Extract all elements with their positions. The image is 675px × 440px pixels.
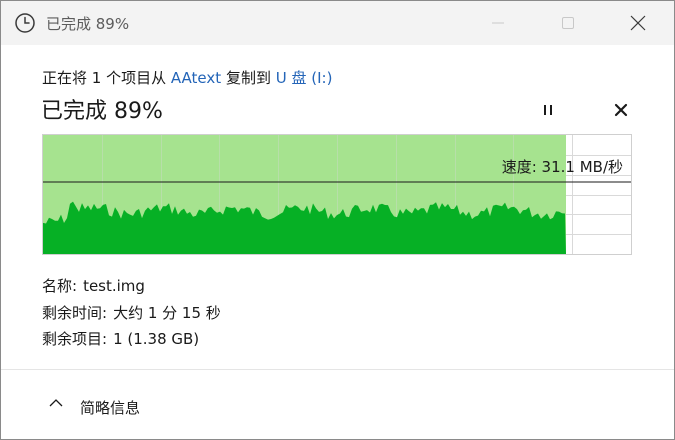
copy-prefix: 正在将 1 个项目从 xyxy=(42,69,167,87)
cancel-x-icon xyxy=(614,103,628,117)
close-button[interactable] xyxy=(615,1,661,45)
destination-drive-link[interactable]: U 盘 (I:) xyxy=(276,69,333,87)
graph-canvas xyxy=(43,135,631,254)
cancel-button[interactable] xyxy=(607,97,635,123)
pause-icon xyxy=(544,105,552,115)
fewer-details-toggle[interactable]: 简略信息 xyxy=(1,370,674,439)
clock-icon xyxy=(15,13,35,33)
file-name-row: 名称: test.img xyxy=(42,275,145,296)
chevron-up-icon xyxy=(49,399,63,407)
close-icon xyxy=(630,15,646,31)
time-remaining-label: 剩余时间: xyxy=(42,304,108,322)
time-remaining-value: 大约 1 分 15 秒 xyxy=(113,304,221,322)
speed-readout: 速度: 31.1 MB/秒 xyxy=(501,158,623,176)
items-remaining-row: 剩余项目: 1 (1.38 GB) xyxy=(42,328,199,349)
items-remaining-label: 剩余项目: xyxy=(42,330,108,348)
maximize-button[interactable] xyxy=(545,1,591,45)
time-remaining-row: 剩余时间: 大约 1 分 15 秒 xyxy=(42,302,221,323)
copy-middle: 复制到 xyxy=(225,69,271,87)
transfer-speed-graph: 速度: 31.1 MB/秒 xyxy=(42,134,632,255)
copy-progress-dialog: 已完成 89% 正在将 1 个项目从 AAtext 复制到 U 盘 (I:) 已… xyxy=(0,0,675,440)
title-bar[interactable]: 已完成 89% xyxy=(1,1,674,45)
window-title: 已完成 89% xyxy=(46,15,130,33)
fewer-details-label: 简略信息 xyxy=(80,399,141,417)
maximize-icon xyxy=(562,17,574,29)
pause-button[interactable] xyxy=(534,97,562,123)
source-folder-link[interactable]: AAtext xyxy=(171,69,221,87)
items-remaining-value: 1 (1.38 GB) xyxy=(113,330,200,348)
copy-description: 正在将 1 个项目从 AAtext 复制到 U 盘 (I:) xyxy=(42,67,332,88)
file-name-value: test.img xyxy=(83,277,145,295)
minimize-icon xyxy=(492,22,504,24)
file-name-label: 名称: xyxy=(42,277,78,295)
minimize-button[interactable] xyxy=(475,1,521,45)
progress-heading: 已完成 89% xyxy=(41,99,163,124)
